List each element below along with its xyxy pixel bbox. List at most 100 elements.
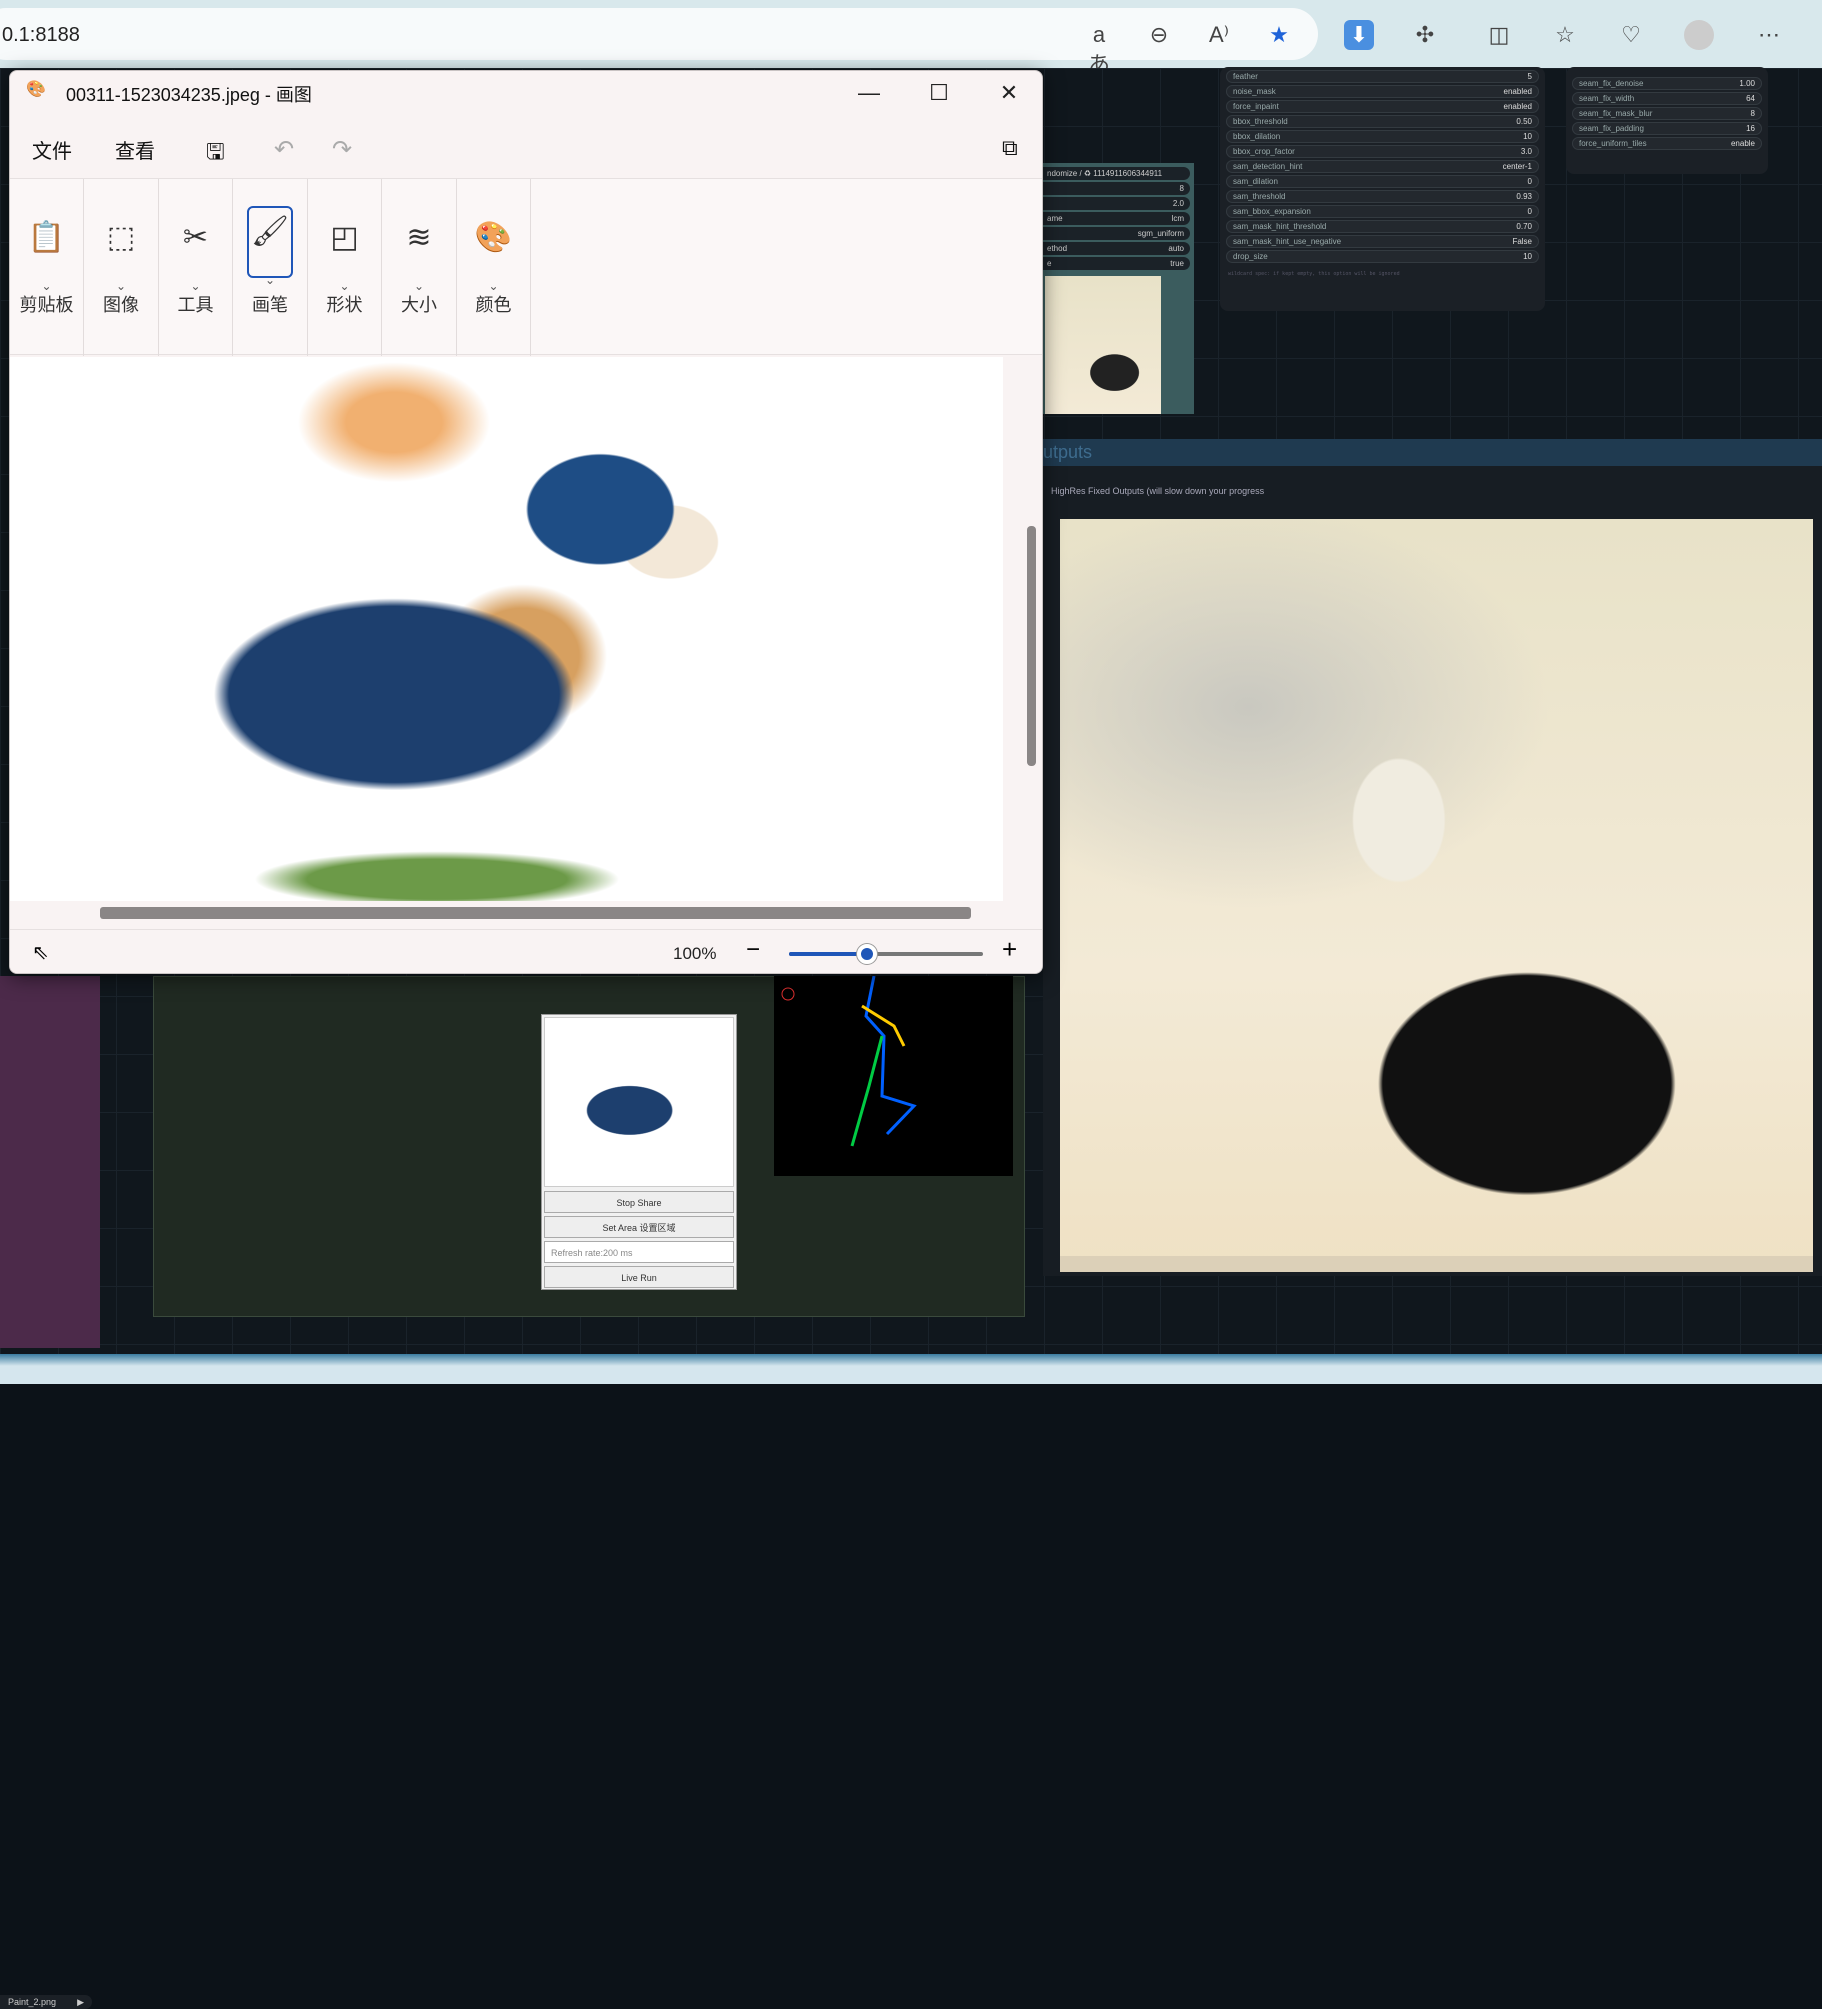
image-caption <box>1060 1256 1813 1272</box>
widget-value[interactable]: 8 <box>1043 182 1190 195</box>
favorite-star-icon[interactable]: ★ <box>1264 20 1294 50</box>
set-area-button[interactable]: Set Area 设置区域 <box>544 1216 734 1238</box>
profile-avatar[interactable] <box>1684 20 1714 50</box>
widget-sam_dilation[interactable]: sam_dilation 0 <box>1226 175 1539 188</box>
widget-e[interactable]: e true <box>1043 257 1190 270</box>
widget-label: force_uniform_tiles <box>1579 139 1647 148</box>
widget-sam_detection_hint[interactable]: sam_detection_hint center-1 <box>1226 160 1539 173</box>
tool-label: 图像 <box>103 295 139 315</box>
pose-image <box>774 975 1013 1176</box>
paint-window[interactable]: 🎨 00311-1523034235.jpeg - 画图 — ☐ ✕ 文件 查看… <box>9 70 1043 974</box>
paint-canvas[interactable] <box>10 357 1003 901</box>
zoom-in-button[interactable]: + <box>1002 934 1017 965</box>
tool-brush[interactable]: 🖌 ⌄ 画笔 <box>234 179 308 356</box>
menu-file[interactable]: 文件 <box>32 135 72 164</box>
widget-sam_bbox_expansion[interactable]: sam_bbox_expansion 0 <box>1226 205 1539 218</box>
zoom-out-icon[interactable]: ⊖ <box>1144 20 1174 50</box>
widget-ame[interactable]: ame lcm <box>1043 212 1190 225</box>
widget-noise_mask[interactable]: noise_mask enabled <box>1226 85 1539 98</box>
widget-value[interactable]: sgm_uniform <box>1043 227 1190 240</box>
vertical-scrollbar[interactable] <box>1027 526 1036 766</box>
live-run-button[interactable]: Live Run <box>544 1266 734 1288</box>
widget-ethod[interactable]: ethod auto <box>1043 242 1190 255</box>
widget-feather[interactable]: feather 5 <box>1226 70 1539 83</box>
tool-clipboard[interactable]: 📋 ⌄ 剪贴板 <box>10 179 84 356</box>
undo-icon[interactable]: ↶ <box>274 135 294 164</box>
widget-value: 0 <box>1527 207 1532 216</box>
zoom-out-button[interactable]: − <box>746 936 760 964</box>
widget-label: seam_fix_denoise <box>1579 79 1644 88</box>
chevron-down-icon: ⌄ <box>41 279 52 293</box>
tool-shapes[interactable]: ◰ ⌄ 形状 <box>308 179 382 356</box>
widget-force_inpaint[interactable]: force_inpaint enabled <box>1226 100 1539 113</box>
seed-widget[interactable]: ndomize / ♻ 1114911606344911 <box>1043 167 1190 180</box>
tool-palette[interactable]: 🎨 ⌄ 颜色 <box>457 179 531 356</box>
sampler-node[interactable]: ndomize / ♻ 1114911606344911 8 2.0 ame lcm s… <box>1043 163 1194 414</box>
widget-bbox_dilation[interactable]: bbox_dilation 10 <box>1226 130 1539 143</box>
read-aloud-icon[interactable]: A⁾ <box>1204 20 1234 50</box>
close-button[interactable]: ✕ <box>974 71 1042 115</box>
output-image[interactable] <box>1060 519 1813 1272</box>
upscale-node[interactable]: seam_fix_denoise 1.00 seam_fix_width 64 seam… <box>1566 67 1768 174</box>
widget-seam_fix_mask_blur[interactable]: seam_fix_mask_blur 8 <box>1572 107 1762 120</box>
widget-value: 64 <box>1746 94 1755 103</box>
clipboard-icon: 📋 ⌄ <box>24 214 70 293</box>
size-icon: ≋ ⌄ <box>396 214 442 293</box>
zoom-level: 100% <box>673 944 717 963</box>
load-image-node[interactable]: Paint_2.png ▶ <box>0 976 100 2009</box>
extensions-icon[interactable]: ✣ <box>1410 20 1440 50</box>
widget-force_uniform_tiles[interactable]: force_uniform_tiles enable <box>1572 137 1762 150</box>
widget-value: 16 <box>1746 124 1755 133</box>
slider-thumb[interactable] <box>856 944 877 964</box>
pose-skeleton <box>781 975 917 1147</box>
screen-share-node[interactable]: Stop Share Set Area 设置区域 Refresh rate:20… <box>541 1014 737 1290</box>
favorites-icon[interactable]: ☆ <box>1550 20 1580 50</box>
chevron-down-icon: ⌄ <box>115 279 127 293</box>
widget-sam_threshold[interactable]: sam_threshold 0.93 <box>1226 190 1539 203</box>
redo-icon[interactable]: ↷ <box>332 135 352 164</box>
widget-drop_size[interactable]: drop_size 10 <box>1226 250 1539 263</box>
tool-tools[interactable]: ✂ ⌄ 工具 <box>159 179 233 356</box>
download-icon[interactable]: ⬇ <box>1344 20 1374 50</box>
share-icon[interactable]: ⧉ <box>1002 135 1018 161</box>
widget-label: feather <box>1233 72 1258 81</box>
widget-label: drop_size <box>1233 252 1268 261</box>
widget-label: e <box>1047 259 1052 268</box>
tool-select[interactable]: ⬚ ⌄ 图像 <box>85 179 159 356</box>
split-screen-icon[interactable]: ◫ <box>1484 20 1514 50</box>
health-icon[interactable]: ♡ <box>1616 20 1646 50</box>
address-text: 0.1:8188 <box>2 24 80 46</box>
address-bar[interactable]: 0.1:8188 <box>0 8 1318 60</box>
widget-value: 0.50 <box>1516 117 1532 126</box>
widget-value[interactable]: 2.0 <box>1043 197 1190 210</box>
browser-toolbar: 0.1:8188 aあ ⊖ A⁾ ★ ⬇ ✣ ◫ ☆ ♡ ⋯ <box>0 0 1822 77</box>
zoom-slider[interactable] <box>789 944 983 964</box>
widget-sam_mask_hint_threshold[interactable]: sam_mask_hint_threshold 0.70 <box>1226 220 1539 233</box>
save-icon[interactable]: 🖫 <box>206 135 225 173</box>
chevron-down-icon: ⌄ <box>190 279 201 293</box>
widget-label: sam_mask_hint_threshold <box>1233 222 1327 231</box>
more-icon[interactable]: ⋯ <box>1754 20 1784 50</box>
translate-icon[interactable]: aあ <box>1084 20 1114 77</box>
widget-sam_mask_hint_use_negative[interactable]: sam_mask_hint_use_negative False <box>1226 235 1539 248</box>
widget-label: seam_fix_mask_blur <box>1579 109 1653 118</box>
widget-label: sam_bbox_expansion <box>1233 207 1311 216</box>
horizontal-scrollbar[interactable] <box>100 907 971 919</box>
image-file-widget[interactable]: Paint_2.png ▶ <box>0 1995 92 2009</box>
tool-label: 大小 <box>401 295 437 315</box>
maximize-button[interactable]: ☐ <box>904 71 974 115</box>
status-bar: ⇖ 100% − + <box>10 929 1042 973</box>
widget-label: sam_dilation <box>1233 177 1278 186</box>
widget-seam_fix_width[interactable]: seam_fix_width 64 <box>1572 92 1762 105</box>
detailer-node[interactable]: feather 5 noise_mask enabled force_inpaint en… <box>1220 67 1545 311</box>
widget-value: 0.93 <box>1516 192 1532 201</box>
stop-share-button[interactable]: Stop Share <box>544 1191 734 1213</box>
tool-size[interactable]: ≋ ⌄ 大小 <box>383 179 457 356</box>
widget-bbox_threshold[interactable]: bbox_threshold 0.50 <box>1226 115 1539 128</box>
menu-view[interactable]: 查看 <box>115 135 155 164</box>
refresh-rate-field[interactable]: Refresh rate:200 ms <box>544 1241 734 1263</box>
widget-seam_fix_denoise[interactable]: seam_fix_denoise 1.00 <box>1572 77 1762 90</box>
minimize-button[interactable]: — <box>834 71 904 115</box>
widget-seam_fix_padding[interactable]: seam_fix_padding 16 <box>1572 122 1762 135</box>
widget-bbox_crop_factor[interactable]: bbox_crop_factor 3.0 <box>1226 145 1539 158</box>
